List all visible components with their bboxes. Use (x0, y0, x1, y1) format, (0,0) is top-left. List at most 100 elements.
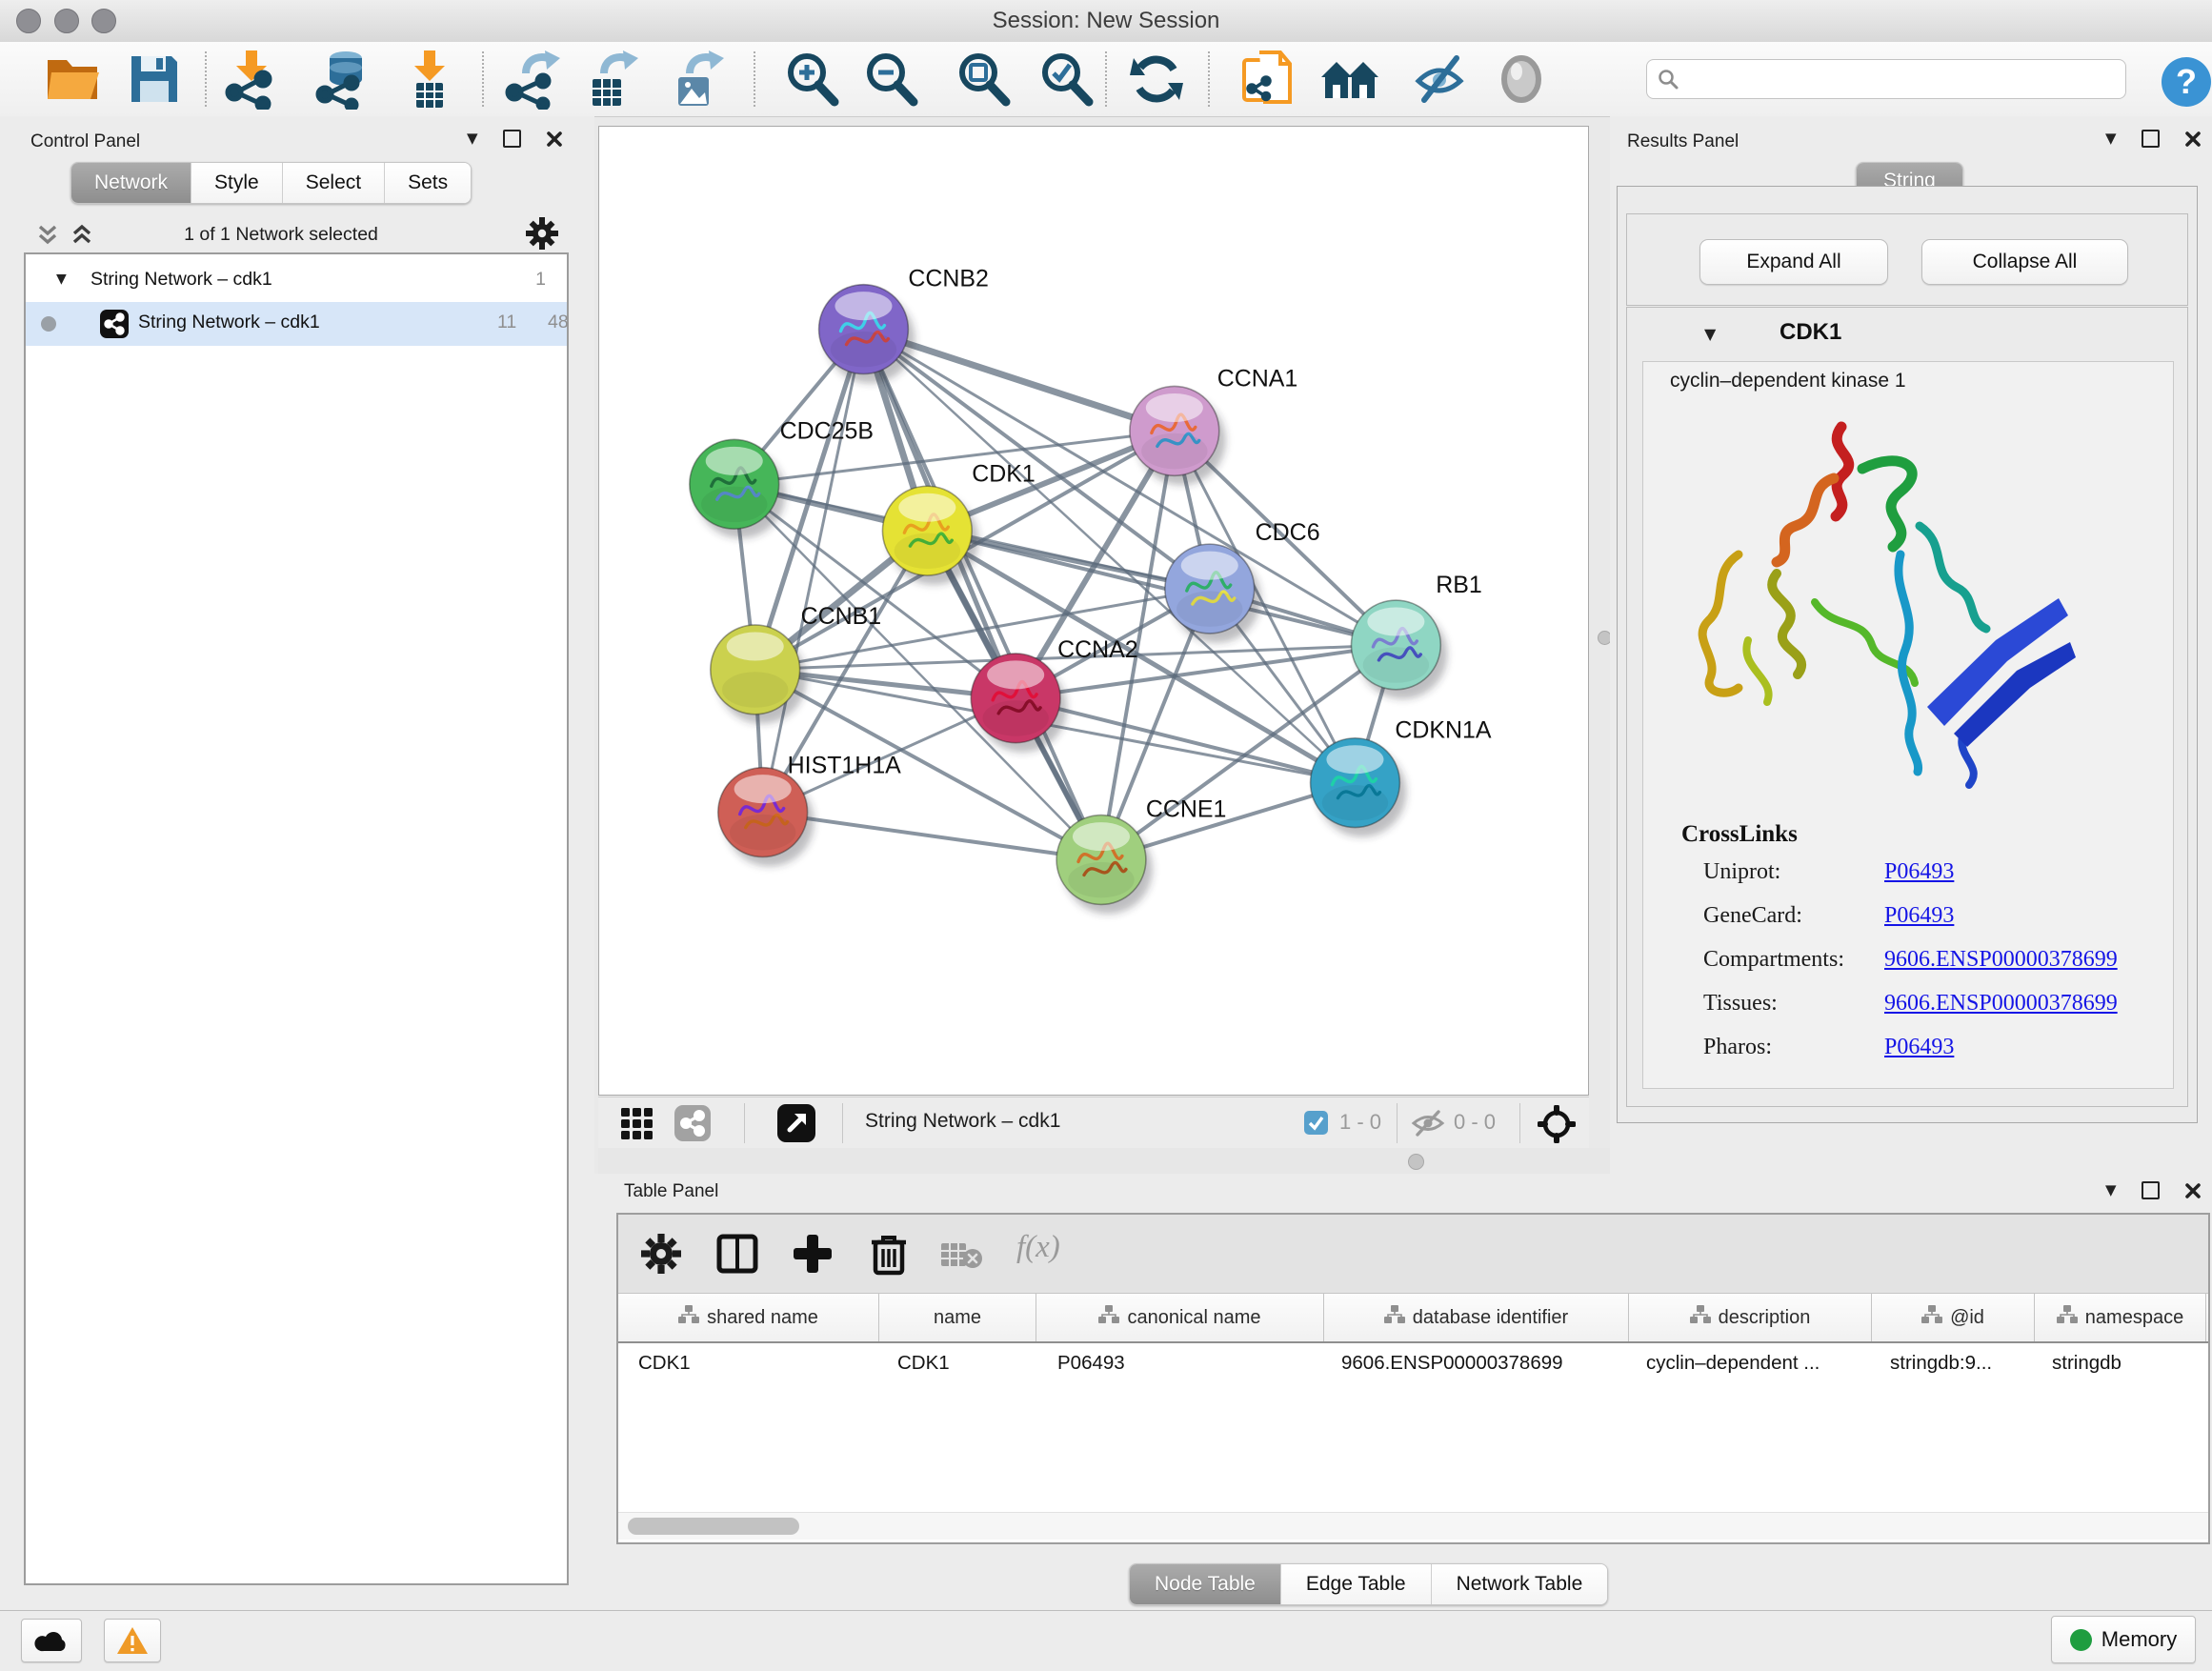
float-panel-icon[interactable] (2142, 1181, 2160, 1199)
column-header-description[interactable]: description (1629, 1294, 1872, 1341)
edge-CCNB2-CCNE1[interactable] (863, 330, 1101, 860)
tab-node-table[interactable]: Node Table (1130, 1564, 1281, 1604)
zoom-in-icon[interactable] (781, 49, 842, 110)
collection-expand-icon[interactable]: ▼ (56, 272, 67, 286)
copy-style-icon[interactable] (1237, 49, 1297, 110)
node-label-RB1: RB1 (1436, 572, 1482, 598)
node-CDKN1A[interactable] (1311, 738, 1407, 837)
node-CCNB2[interactable] (819, 285, 915, 384)
tab-edge-table[interactable]: Edge Table (1281, 1564, 1432, 1604)
close-panel-icon[interactable] (2184, 1182, 2202, 1199)
node-CCNE1[interactable] (1056, 815, 1153, 915)
delete-table-icon[interactable] (940, 1239, 984, 1277)
table-gear-icon[interactable] (641, 1234, 681, 1278)
collapse-all-button[interactable]: Collapse All (1921, 239, 2128, 285)
column-header-shared-name[interactable]: shared name (618, 1294, 879, 1341)
column-header-namespace[interactable]: namespace (2035, 1294, 2206, 1341)
tab-network[interactable]: Network (71, 163, 191, 203)
open-session-icon[interactable] (42, 49, 103, 110)
edge-CCNB2-RB1[interactable] (863, 330, 1396, 645)
node-CCNA1[interactable] (1130, 386, 1226, 485)
network-canvas[interactable]: CCNB2CCNA1CDC25BCDK1CDC6RB1CCNB1CCNA2CDK… (598, 126, 1589, 1096)
import-network-database-icon[interactable] (313, 49, 374, 110)
node-RB1[interactable] (1351, 600, 1447, 699)
open-in-window-icon[interactable] (777, 1104, 815, 1142)
crosslink-link[interactable]: P06493 (1884, 1035, 1954, 1060)
tab-style[interactable]: Style (191, 163, 283, 203)
export-table-icon[interactable] (581, 49, 642, 110)
scrollbar-thumb[interactable] (628, 1518, 799, 1535)
protein-structure-image[interactable] (1681, 412, 2081, 797)
show-all-networks-icon[interactable] (1319, 49, 1380, 110)
automation-cloud-button[interactable] (21, 1619, 82, 1662)
node-CDC6[interactable] (1165, 544, 1261, 643)
tab-select[interactable]: Select (283, 163, 385, 203)
splitter-handle[interactable] (1408, 1154, 1424, 1170)
crosslink-link[interactable]: P06493 (1884, 859, 1954, 885)
network-collection-row[interactable]: ▼ String Network – cdk1 1 (26, 260, 567, 302)
zoom-out-icon[interactable] (860, 49, 921, 110)
network-share-view-icon[interactable] (674, 1105, 711, 1141)
zoom-selected-icon[interactable] (1036, 49, 1096, 110)
grid-view-icon[interactable] (620, 1107, 654, 1146)
expand-all-button[interactable]: Expand All (1699, 239, 1888, 285)
show-columns-icon[interactable] (716, 1234, 758, 1278)
column-header-canonical-name[interactable]: canonical name (1036, 1294, 1324, 1341)
network-status-dot (41, 316, 56, 332)
tab-sets[interactable]: Sets (385, 163, 471, 203)
node-CDC25B[interactable] (690, 439, 786, 538)
protein-collapse-icon[interactable]: ▼ (1704, 327, 1716, 342)
column-header--id[interactable]: @id (1872, 1294, 2035, 1341)
float-panel-icon[interactable] (2142, 130, 2160, 148)
create-column-icon[interactable] (791, 1232, 835, 1280)
function-builder-icon: f(x) (1016, 1230, 1060, 1265)
refresh-view-icon[interactable] (1126, 49, 1187, 110)
panel-menu-icon[interactable]: ▼ (467, 131, 478, 146)
close-panel-icon[interactable] (546, 131, 563, 148)
app-window: Session: New Session (0, 0, 2212, 1671)
table-hscrollbar[interactable] (618, 1512, 2208, 1540)
hide-selected-icon[interactable] (1409, 49, 1470, 110)
node-CDK1[interactable] (882, 486, 978, 585)
node-HIST1H1A[interactable] (718, 768, 814, 867)
import-network-file-icon[interactable] (221, 49, 282, 110)
crosslink-link[interactable]: P06493 (1884, 903, 1954, 929)
selected-checkbox-icon[interactable] (1304, 1111, 1328, 1135)
table-tabs: Node TableEdge TableNetwork Table (1129, 1563, 1608, 1605)
import-table-file-icon[interactable] (399, 49, 460, 110)
memory-button[interactable]: Memory (2051, 1616, 2196, 1663)
float-panel-icon[interactable] (503, 130, 521, 148)
network-options-gear-icon[interactable] (526, 217, 558, 254)
node-label-CCNA2: CCNA2 (1057, 636, 1138, 663)
table-cell[interactable]: stringdb:9... (1890, 1352, 1992, 1375)
save-session-icon[interactable] (124, 49, 185, 110)
table-cell[interactable]: CDK1 (638, 1352, 691, 1375)
crosslink-link[interactable]: 9606.ENSP00000378699 (1884, 947, 2118, 973)
table-cell[interactable]: stringdb (2052, 1352, 2122, 1375)
birds-eye-view-icon[interactable] (1538, 1105, 1576, 1148)
table-cell[interactable]: P06493 (1057, 1352, 1125, 1375)
export-network-icon[interactable] (503, 49, 564, 110)
table-row[interactable]: CDK1 CDK1 P06493 9606.ENSP00000378699 cyclin… (618, 1343, 2208, 1383)
help-icon[interactable]: ? (2161, 56, 2212, 108)
table-cell[interactable]: cyclin–dependent ... (1646, 1352, 1820, 1375)
network-row-selected[interactable]: String Network – cdk1 11 48 (26, 302, 567, 346)
zoom-fit-icon[interactable] (953, 49, 1014, 110)
show-graphics-details-icon[interactable] (1491, 49, 1552, 110)
crosslink-link[interactable]: 9606.ENSP00000378699 (1884, 991, 2118, 1017)
table-cell[interactable]: CDK1 (897, 1352, 950, 1375)
table-cell[interactable]: 9606.ENSP00000378699 (1341, 1352, 1563, 1375)
column-header-name[interactable]: name (879, 1294, 1036, 1341)
close-panel-icon[interactable] (2184, 131, 2202, 148)
hidden-eye-icon[interactable] (1410, 1109, 1446, 1142)
tab-network-table[interactable]: Network Table (1432, 1564, 1608, 1604)
column-header-database-identifier[interactable]: database identifier (1324, 1294, 1629, 1341)
delete-columns-icon[interactable] (868, 1231, 910, 1281)
panel-menu-icon[interactable]: ▼ (2105, 1183, 2117, 1198)
export-image-icon[interactable] (667, 49, 728, 110)
warnings-button[interactable] (104, 1619, 161, 1662)
node-CCNA2[interactable] (971, 654, 1067, 753)
panel-menu-icon[interactable]: ▼ (2105, 131, 2117, 146)
search-input[interactable] (1646, 59, 2126, 99)
node-label-CDK1: CDK1 (972, 460, 1036, 487)
